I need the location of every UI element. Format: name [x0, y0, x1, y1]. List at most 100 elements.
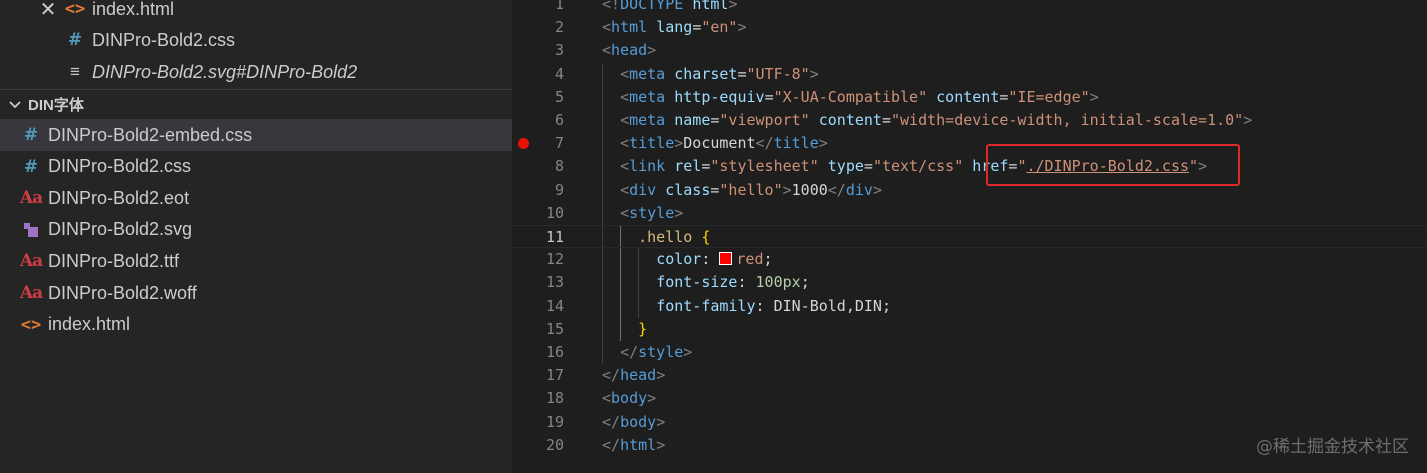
- code-token: font-size: [656, 273, 738, 292]
- code-text: </body>: [602, 411, 665, 434]
- code-token: =: [692, 18, 702, 37]
- file-item-label: DINPro-Bold2.svg: [48, 219, 193, 240]
- explorer-sidebar: ✕ <> index.html # DINPro-Bold2.css ≡ DINPro-Bo…: [0, 0, 512, 473]
- code-line[interactable]: 17 </head>: [512, 364, 1427, 387]
- line-number: 8: [554, 157, 564, 176]
- code-token: "IE=edge": [1008, 87, 1090, 106]
- line-number: 11: [545, 228, 564, 246]
- code-token: >: [728, 0, 738, 13]
- code-token: "UTF-8": [746, 64, 810, 83]
- code-line[interactable]: 6 <meta name="viewport" content="width=d…: [512, 109, 1427, 132]
- code-token: ;: [763, 250, 773, 269]
- code-token: title: [629, 134, 675, 153]
- code-token: meta: [629, 87, 666, 106]
- code-line[interactable]: 10 <style>: [512, 202, 1427, 225]
- code-token: div: [629, 180, 657, 199]
- code-token: </: [602, 435, 621, 454]
- code-text: <html lang="en">: [602, 16, 747, 39]
- code-text: </head>: [602, 364, 665, 387]
- code-token: >: [1243, 111, 1253, 129]
- code-token: <: [602, 41, 612, 60]
- code-token: </: [827, 180, 846, 199]
- code-line[interactable]: 7 <title>Document</title>: [512, 132, 1427, 155]
- code-token: body: [611, 389, 648, 408]
- code-token: http-equiv: [674, 87, 765, 106]
- code-text: <meta charset="UTF-8">: [602, 63, 819, 86]
- code-token: ;: [800, 273, 810, 292]
- code-token: >: [1089, 87, 1099, 106]
- code-line[interactable]: 19 </body>: [512, 411, 1427, 434]
- code-line[interactable]: 3 <head>: [512, 39, 1427, 62]
- file-item[interactable]: Aa DINPro-Bold2.eot: [0, 182, 512, 214]
- code-line[interactable]: 8 <link rel="stylesheet" type="text/css"…: [512, 155, 1427, 178]
- file-item[interactable]: DINPro-Bold2.svg: [0, 214, 512, 246]
- code-token: :: [701, 250, 720, 269]
- code-token: >: [647, 41, 657, 60]
- code-line[interactable]: 5 <meta http-equiv="X-UA-Compatible" con…: [512, 86, 1427, 109]
- line-number: 13: [545, 273, 564, 292]
- code-token: type: [827, 157, 864, 176]
- svg-reference-icon: ≡: [70, 62, 80, 81]
- file-item[interactable]: <> index.html: [0, 309, 512, 341]
- font-file-icon: Aa: [19, 283, 43, 303]
- file-item[interactable]: Aa DINPro-Bold2.woff: [0, 277, 512, 309]
- css-file-icon: #: [23, 156, 39, 177]
- code-line[interactable]: 16 </style>: [512, 341, 1427, 364]
- code-token: "en": [701, 18, 738, 37]
- code-line[interactable]: 18 <body>: [512, 387, 1427, 410]
- code-editor[interactable]: 1 <!DOCTYPE html> 2 <html lang="en"> 3 <head>…: [512, 0, 1427, 473]
- code-line[interactable]: 9 <div class="hello">1000</div>: [512, 179, 1427, 202]
- code-token: <: [620, 64, 630, 83]
- file-item[interactable]: # DINPro-Bold2.css: [0, 151, 512, 183]
- code-line[interactable]: 11 .hello {: [512, 225, 1427, 249]
- code-token: DOCTYPE: [620, 0, 684, 13]
- code-line[interactable]: 1 <!DOCTYPE html>: [512, 0, 1427, 16]
- html-file-icon: <>: [20, 314, 42, 335]
- file-item[interactable]: Aa DINPro-Bold2.ttf: [0, 245, 512, 277]
- font-file-icon: Aa: [19, 251, 43, 272]
- file-item-label: DINPro-Bold2.eot: [48, 187, 190, 208]
- code-token: </: [755, 134, 774, 153]
- open-editor-item[interactable]: ✕ <> index.html: [0, 0, 512, 22]
- code-token: <: [620, 157, 630, 176]
- code-token: >: [656, 435, 666, 454]
- code-token: "hello": [719, 180, 783, 199]
- line-number: 5: [554, 87, 564, 106]
- code-token: <: [620, 87, 630, 106]
- code-line[interactable]: 14 font-family: DIN-Bold,DIN;: [512, 295, 1427, 318]
- close-icon[interactable]: ✕: [38, 0, 58, 22]
- code-line[interactable]: 12 color: red;: [512, 248, 1427, 271]
- code-token: >: [809, 64, 819, 83]
- code-line[interactable]: 4 <meta charset="UTF-8">: [512, 63, 1427, 86]
- color-swatch-icon[interactable]: [719, 252, 733, 266]
- code-token: >: [674, 134, 684, 153]
- file-item[interactable]: # DINPro-Bold2-embed.css: [0, 119, 512, 151]
- font-file-icon: Aa: [19, 188, 43, 209]
- folder-header[interactable]: DIN字体: [0, 89, 512, 119]
- code-token: style: [638, 343, 684, 361]
- code-line[interactable]: 13 font-size: 100px;: [512, 271, 1427, 294]
- code-token: {: [701, 228, 711, 246]
- open-editor-item[interactable]: # DINPro-Bold2.css: [0, 27, 512, 53]
- code-line[interactable]: 15 }: [512, 318, 1427, 341]
- line-number: 4: [554, 64, 564, 83]
- code-token: >: [656, 412, 666, 431]
- open-editor-item[interactable]: ≡ DINPro-Bold2.svg#DINPro-Bold2: [0, 59, 512, 85]
- code-token: lang: [656, 18, 693, 37]
- code-line[interactable]: 2 <html lang="en">: [512, 16, 1427, 39]
- code-token: html: [692, 0, 729, 13]
- code-text: <style>: [602, 202, 683, 225]
- file-item-label: DINPro-Bold2-embed.css: [48, 124, 253, 145]
- code-token: <: [602, 18, 612, 37]
- code-text: .hello {: [602, 226, 710, 249]
